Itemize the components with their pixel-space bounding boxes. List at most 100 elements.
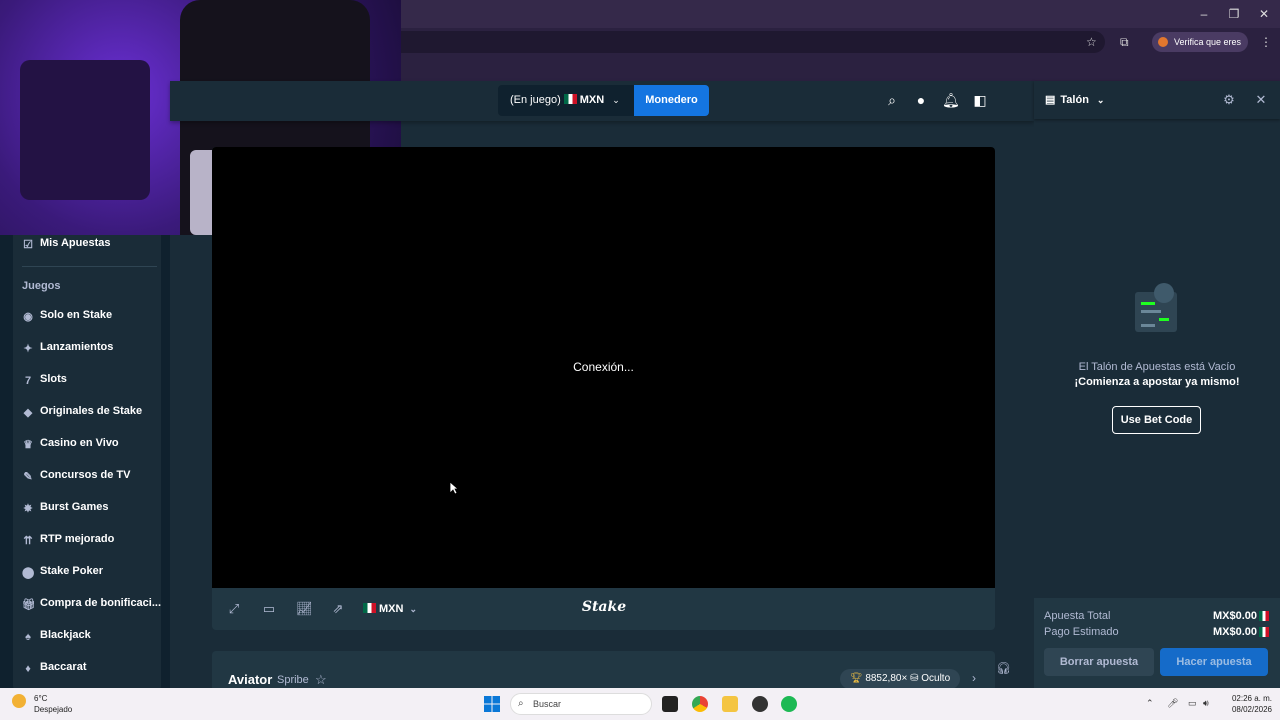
stake-icon: ◉ bbox=[23, 311, 33, 323]
game-provider[interactable]: Spribe bbox=[277, 674, 309, 686]
sidebar-item-sparkle[interactable]: ✦ Lanzamientos bbox=[22, 337, 113, 357]
volume-icon[interactable]: 🔊︎ bbox=[1203, 698, 1209, 709]
game-stats-hidden: Oculto bbox=[921, 673, 951, 684]
place-bet-button[interactable]: Hacer apuesta bbox=[1160, 648, 1268, 676]
incognito-icon: ⛁ bbox=[910, 673, 919, 684]
chevron-down-icon: ⌄ bbox=[409, 604, 417, 614]
game-stats-value: 8852,80× bbox=[865, 673, 911, 684]
close-icon[interactable]: ✕ bbox=[1256, 6, 1272, 22]
total-bet-row: Apuesta Total MX$0.00 bbox=[1044, 610, 1269, 622]
sidebar-item-blackjack[interactable]: ♠ Blackjack bbox=[22, 625, 91, 645]
search-icon: ⌕ bbox=[518, 698, 524, 709]
theatre-mode-icon[interactable]: ▭ bbox=[261, 601, 277, 617]
microphone-icon[interactable]: 🎤︎ bbox=[1167, 698, 1178, 709]
clear-bet-button[interactable]: Borrar apuesta bbox=[1044, 648, 1154, 676]
gear-icon[interactable]: ⚙ bbox=[1221, 92, 1237, 108]
verify-profile-button[interactable]: Verifica que eres tú bbox=[1152, 32, 1248, 67]
empty-betslip-icon bbox=[1135, 283, 1177, 332]
chrome-icon[interactable] bbox=[692, 696, 708, 712]
close-icon[interactable]: ✕ bbox=[1253, 92, 1269, 108]
sidebar-item-label: Blackjack bbox=[40, 629, 91, 641]
sidebar-item-label: Slots bbox=[40, 373, 67, 385]
clock-time: 02:26 a. m. bbox=[1231, 694, 1272, 703]
sidebar-item-slots[interactable]: 7 Slots bbox=[22, 369, 67, 389]
sidebar-item-label: Casino en Vivo bbox=[40, 437, 119, 449]
betslip-empty-text: El Talón de Apuestas está Vacío bbox=[1078, 361, 1236, 373]
taskbar-clock[interactable]: 02:26 a. m. 08/02/2026 bbox=[1220, 693, 1272, 715]
my-bets-icon: ☑ bbox=[23, 239, 33, 251]
betslip-title-label: Talón bbox=[1060, 94, 1089, 106]
mexico-flag-icon bbox=[1259, 611, 1269, 621]
sidebar-item-label: Baccarat bbox=[40, 661, 87, 673]
sidebar-item-label: Concursos de TV bbox=[40, 469, 131, 481]
user-icon[interactable]: ● bbox=[913, 92, 929, 108]
balance-selector[interactable]: (En juego) MXN ⌄ bbox=[498, 85, 634, 116]
sidebar-item-rtp[interactable]: ⇈ RTP mejorado bbox=[22, 529, 114, 549]
browser-menu-icon[interactable]: ⋮ bbox=[1260, 35, 1272, 49]
weather-widget[interactable]: 6°C Despejado bbox=[12, 693, 72, 715]
extensions-icon[interactable]: ⧉ bbox=[1120, 35, 1129, 50]
sidebar-item-my-bets[interactable]: ☑ Mis Apuestas bbox=[22, 233, 110, 253]
stake-logo: Stake bbox=[581, 599, 627, 615]
gift-icon: 🎁︎ bbox=[22, 599, 36, 611]
headset-icon[interactable]: 🎧︎ bbox=[996, 661, 1011, 675]
network-icon[interactable]: ▭ bbox=[1188, 698, 1197, 709]
balance-status: (En juego) bbox=[510, 94, 561, 106]
restore-icon[interactable]: ❐ bbox=[1226, 6, 1242, 22]
minimize-icon[interactable]: – bbox=[1196, 6, 1212, 22]
sidebar-item-stake[interactable]: ◉ Solo en Stake bbox=[22, 305, 112, 325]
favorite-star-icon[interactable]: ☆ bbox=[315, 672, 327, 688]
sidebar-section-title: Juegos bbox=[22, 280, 61, 292]
sidebar-item-label: Lanzamientos bbox=[40, 341, 114, 353]
bookmark-star-icon[interactable]: ☆ bbox=[1086, 35, 1097, 49]
sidebar-item-microphone[interactable]: ✎ Concursos de TV bbox=[22, 465, 130, 485]
game-currency-selector[interactable]: MXN ⌄ bbox=[363, 601, 417, 617]
game-stats-badge[interactable]: 🏆︎ 8852,80× ⛁ Oculto bbox=[840, 669, 960, 689]
trophy-icon: 🏆︎ bbox=[849, 673, 863, 684]
sidebar-item-baccarat[interactable]: ♦ Baccarat bbox=[22, 657, 86, 677]
sidebar-item-burst[interactable]: ✸ Burst Games bbox=[22, 497, 108, 517]
betslip-toggle-icon[interactable]: ◧ bbox=[972, 92, 988, 108]
sidebar-item-label: Burst Games bbox=[40, 501, 109, 513]
bell-icon[interactable]: 🔔︎ bbox=[942, 92, 960, 108]
nav-panel bbox=[13, 230, 161, 690]
chevron-down-icon: ⌄ bbox=[612, 95, 620, 105]
blackjack-icon: ♠ bbox=[25, 631, 31, 643]
chevron-up-icon[interactable]: ⌃ bbox=[1146, 698, 1154, 709]
spotify-icon[interactable] bbox=[781, 696, 797, 712]
sidebar-item-poker[interactable]: ⬤ Stake Poker bbox=[22, 561, 103, 581]
microphone-icon: ✎ bbox=[23, 471, 33, 483]
obs-icon[interactable] bbox=[752, 696, 768, 712]
game-currency-label: MXN bbox=[379, 603, 404, 615]
betslip-icon: ▤ bbox=[1045, 94, 1056, 106]
balance-currency: MXN bbox=[579, 94, 605, 106]
search-icon[interactable]: ⌕ bbox=[884, 92, 900, 108]
url-input[interactable] bbox=[380, 31, 1105, 53]
sidebar-item-label: RTP mejorado bbox=[40, 533, 115, 545]
popout-icon[interactable]: ⇗ bbox=[330, 601, 346, 617]
task-view-icon[interactable] bbox=[662, 696, 678, 712]
slots-icon: 7 bbox=[24, 375, 32, 387]
betslip-title[interactable]: ▤ Talón ⌄ bbox=[1045, 93, 1104, 106]
sidebar-item-originals[interactable]: ◆ Originales de Stake bbox=[22, 401, 142, 421]
wallet-button[interactable]: Monedero bbox=[634, 85, 709, 116]
total-bet-label: Apuesta Total bbox=[1044, 610, 1111, 622]
taskbar-search-input[interactable]: ⌕ Buscar bbox=[510, 693, 652, 715]
chevron-down-icon: ⌄ bbox=[1096, 95, 1105, 105]
use-bet-code-button[interactable]: Use Bet Code bbox=[1112, 406, 1201, 434]
baccarat-icon: ♦ bbox=[25, 663, 31, 675]
weather-moon-icon bbox=[12, 694, 26, 708]
total-bet-value: MX$0.00 bbox=[1212, 610, 1257, 622]
mouse-cursor-icon bbox=[449, 481, 459, 495]
sidebar-item-gift[interactable]: 🎁︎ Compra de bonificaci... bbox=[22, 593, 161, 613]
estimated-payout-label: Pago Estimado bbox=[1044, 626, 1119, 638]
live-casino-icon: ♛ bbox=[23, 439, 33, 451]
fullscreen-icon[interactable]: ⤢ bbox=[226, 601, 242, 617]
chevron-right-icon[interactable]: › bbox=[972, 671, 976, 685]
temperature: 6°C bbox=[34, 694, 48, 703]
stats-chart-icon[interactable]: 📈︎ bbox=[296, 601, 313, 617]
windows-start-icon[interactable] bbox=[484, 696, 500, 712]
sidebar-item-live-casino[interactable]: ♛ Casino en Vivo bbox=[22, 433, 119, 453]
mexico-flag-icon bbox=[363, 603, 376, 613]
file-explorer-icon[interactable] bbox=[722, 696, 738, 712]
